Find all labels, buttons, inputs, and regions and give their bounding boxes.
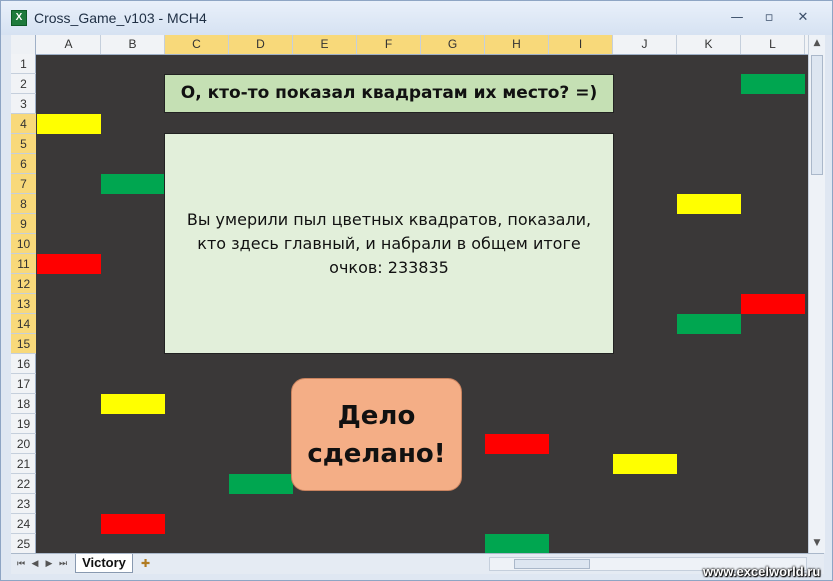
red-square — [101, 514, 165, 534]
row-header-25[interactable]: 25 — [11, 534, 36, 553]
result-message-box: Вы умерили пыл цветных квадратов, показа… — [164, 133, 614, 354]
heading-label: О, кто-то показал квадратам их место? =) — [164, 74, 614, 113]
sheet-tab-victory[interactable]: Victory — [75, 554, 133, 573]
column-header-k[interactable]: K — [677, 35, 741, 54]
watermark: www.excelworld.ru — [703, 564, 821, 579]
scroll-up-icon[interactable]: ▲ — [809, 35, 825, 51]
done-button[interactable]: Дело сделано! — [291, 378, 462, 491]
row-header-7[interactable]: 7 — [11, 174, 36, 194]
vertical-scrollbar[interactable]: ▲ ▼ — [808, 35, 825, 553]
column-header-d[interactable]: D — [229, 35, 293, 54]
row-header-24[interactable]: 24 — [11, 514, 36, 534]
row-header-8[interactable]: 8 — [11, 194, 36, 214]
next-sheet-icon[interactable]: ▶ — [43, 557, 55, 571]
row-header-21[interactable]: 21 — [11, 454, 36, 474]
row-header-5[interactable]: 5 — [11, 134, 36, 154]
excel-app-icon[interactable]: X — [11, 10, 27, 26]
row-header-16[interactable]: 16 — [11, 354, 36, 374]
close-button[interactable]: ✕ — [791, 10, 815, 26]
red-square — [485, 434, 549, 454]
column-header-f[interactable]: F — [357, 35, 421, 54]
yellow-square — [677, 194, 741, 214]
green-square — [677, 314, 741, 334]
yellow-square — [613, 454, 677, 474]
column-header-g[interactable]: G — [421, 35, 485, 54]
red-square — [741, 294, 805, 314]
result-message: Вы умерили пыл цветных квадратов, показа… — [186, 209, 592, 277]
green-square — [741, 74, 805, 94]
yellow-square — [37, 114, 101, 134]
excel-window: X Cross_Game_v103 - MCH4 — ▫ ✕ ABCDEFGHI… — [0, 0, 833, 581]
row-header-14[interactable]: 14 — [11, 314, 36, 334]
green-square — [101, 174, 165, 194]
restore-button[interactable]: ▫ — [757, 10, 781, 26]
first-sheet-icon[interactable]: ⏮ — [15, 557, 27, 571]
yellow-square — [101, 394, 165, 414]
prev-sheet-icon[interactable]: ◀ — [29, 557, 41, 571]
row-header-11[interactable]: 11 — [11, 254, 36, 274]
row-header-6[interactable]: 6 — [11, 154, 36, 174]
row-header-22[interactable]: 22 — [11, 474, 36, 494]
last-sheet-icon[interactable]: ⏭ — [57, 557, 69, 571]
column-header-i[interactable]: I — [549, 35, 613, 54]
column-header-j[interactable]: J — [613, 35, 677, 54]
row-header-15[interactable]: 15 — [11, 334, 36, 354]
row-header-23[interactable]: 23 — [11, 494, 36, 514]
vertical-scroll-thumb[interactable] — [811, 55, 823, 175]
worksheet-grid[interactable]: ABCDEFGHIJKL 1 2 3 4 5 6 7 8 9 10 11 12 13 14 15 16 17 18… — [11, 35, 808, 553]
row-header-13[interactable]: 13 — [11, 294, 36, 314]
row-header-1[interactable]: 1 — [11, 54, 36, 74]
column-header-h[interactable]: H — [485, 35, 549, 54]
row-header-20[interactable]: 20 — [11, 434, 36, 454]
row-headers: 1 2 3 4 5 6 7 8 9 10 11 12 13 14 15 16 17 18 19 20 21 22 23 24 2… — [11, 54, 36, 553]
window-title: Cross_Game_v103 - MCH4 — [34, 10, 207, 26]
row-header-18[interactable]: 18 — [11, 394, 36, 414]
minimize-button[interactable]: — — [725, 10, 749, 26]
column-header-e[interactable]: E — [293, 35, 357, 54]
row-header-19[interactable]: 19 — [11, 414, 36, 434]
row-header-12[interactable]: 12 — [11, 274, 36, 294]
row-header-10[interactable]: 10 — [11, 234, 36, 254]
select-all-corner[interactable] — [11, 35, 36, 54]
row-header-2[interactable]: 2 — [11, 74, 36, 94]
red-square — [37, 254, 101, 274]
column-header-b[interactable]: B — [101, 35, 165, 54]
column-headers: ABCDEFGHIJKL — [11, 35, 808, 55]
row-header-9[interactable]: 9 — [11, 214, 36, 234]
green-square — [485, 534, 549, 553]
title-bar: X Cross_Game_v103 - MCH4 — ▫ ✕ — [1, 1, 832, 35]
scroll-down-icon[interactable]: ▼ — [809, 535, 825, 551]
column-header-a[interactable]: A — [37, 35, 101, 54]
green-square — [229, 474, 293, 494]
horizontal-scroll-thumb[interactable] — [514, 559, 590, 569]
insert-sheet-icon[interactable]: ✚ — [141, 557, 157, 571]
row-header-3[interactable]: 3 — [11, 94, 36, 114]
row-header-4[interactable]: 4 — [11, 114, 36, 134]
column-header-l[interactable]: L — [741, 35, 805, 54]
column-header-c[interactable]: C — [165, 35, 229, 54]
row-header-17[interactable]: 17 — [11, 374, 36, 394]
